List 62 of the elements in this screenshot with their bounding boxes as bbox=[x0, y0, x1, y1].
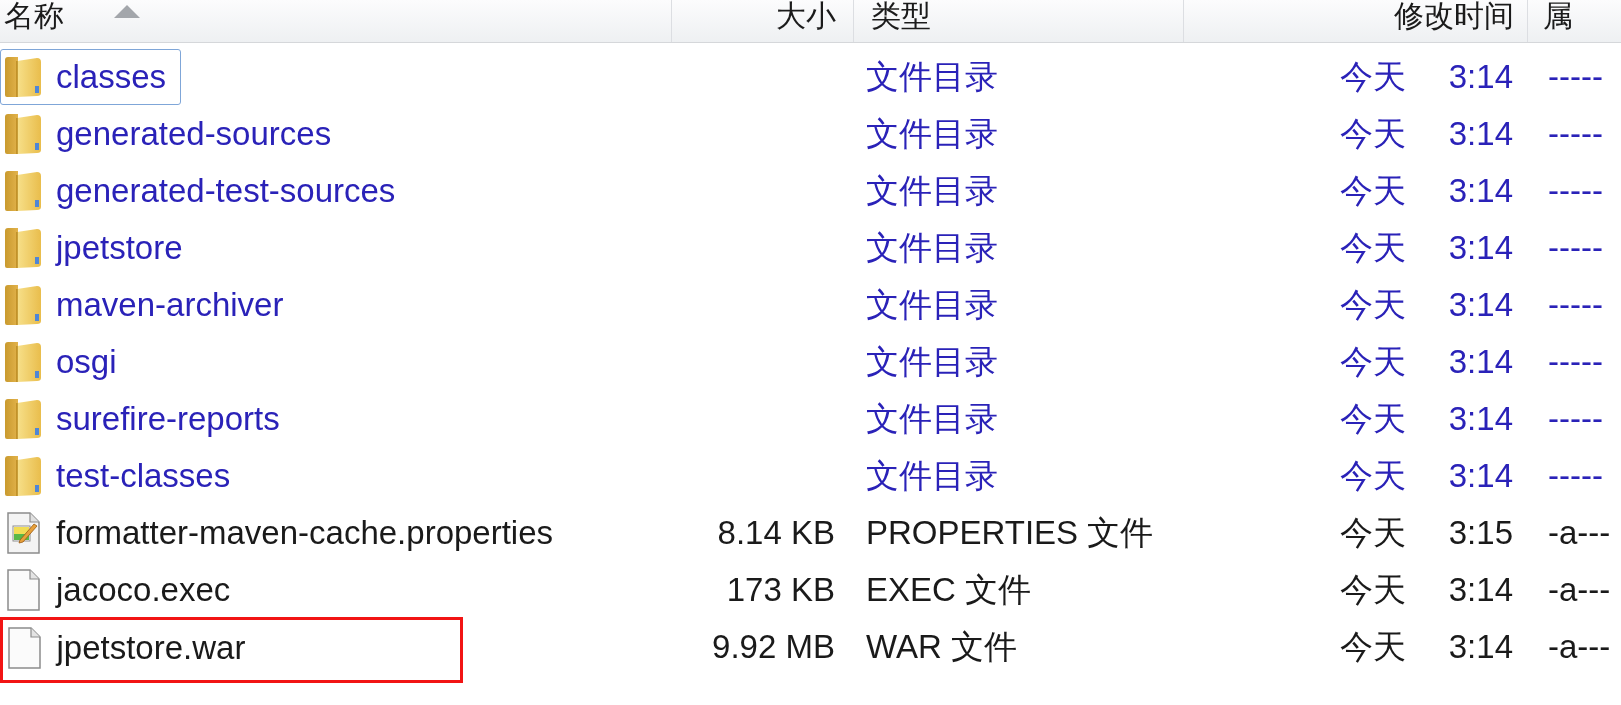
modified-time: 今天 3:14 bbox=[1339, 626, 1513, 667]
folder-icon bbox=[4, 169, 42, 212]
file-name[interactable]: osgi bbox=[56, 341, 117, 382]
modified-time: 今天 3:14 bbox=[1339, 455, 1513, 496]
file-attributes: ----- bbox=[1548, 227, 1603, 268]
column-header[interactable]: 名称 bbox=[0, 0, 672, 42]
file-type: 文件目录 bbox=[866, 227, 998, 268]
document-pencil-icon bbox=[4, 511, 42, 554]
file-attributes: ----- bbox=[1548, 170, 1603, 211]
file-name[interactable]: generated-test-sources bbox=[56, 170, 396, 211]
file-size: 9.92 MB bbox=[712, 626, 835, 667]
file-attributes: -a--- bbox=[1548, 626, 1611, 667]
modified-time: 今天 3:14 bbox=[1339, 56, 1513, 97]
file-name[interactable]: jpetstore bbox=[56, 227, 183, 268]
file-type: 文件目录 bbox=[866, 56, 998, 97]
file-size: 8.14 KB bbox=[717, 512, 835, 553]
modified-time: 今天 3:14 bbox=[1339, 227, 1513, 268]
folder-icon bbox=[4, 226, 42, 269]
file-attributes: ----- bbox=[1548, 113, 1603, 154]
file-name[interactable]: formatter-maven-cache.properties bbox=[56, 512, 554, 553]
column-header[interactable]: 类型 bbox=[854, 0, 1184, 42]
file-attributes: ----- bbox=[1548, 284, 1603, 325]
file-attributes: -a--- bbox=[1548, 512, 1611, 553]
folder-icon bbox=[4, 55, 42, 98]
modified-time: 今天 3:14 bbox=[1339, 398, 1513, 439]
folder-icon bbox=[4, 397, 42, 440]
column-header[interactable]: 大小 bbox=[672, 0, 854, 42]
file-type: 文件目录 bbox=[866, 170, 998, 211]
document-icon bbox=[4, 568, 42, 611]
modified-time: 今天 3:14 bbox=[1339, 170, 1513, 211]
column-header[interactable]: 属 bbox=[1528, 0, 1621, 42]
modified-time: 今天 3:14 bbox=[1339, 341, 1513, 382]
modified-time: 今天 3:14 bbox=[1339, 284, 1513, 325]
file-size: 173 KB bbox=[726, 569, 835, 610]
folder-icon bbox=[4, 454, 42, 497]
file-type: PROPERTIES 文件 bbox=[866, 512, 1154, 553]
file-attributes: ----- bbox=[1548, 341, 1603, 382]
file-name[interactable]: maven-archiver bbox=[56, 284, 284, 325]
file-name[interactable]: surefire-reports bbox=[56, 398, 280, 439]
file-attributes: ----- bbox=[1548, 56, 1603, 97]
file-type: WAR 文件 bbox=[866, 626, 1017, 667]
file-attributes: ----- bbox=[1548, 455, 1603, 496]
file-attributes: ----- bbox=[1548, 398, 1603, 439]
column-header[interactable]: 修改时间 bbox=[1184, 0, 1528, 42]
file-type: 文件目录 bbox=[866, 284, 998, 325]
modified-time: 今天 3:14 bbox=[1339, 113, 1513, 154]
file-type: 文件目录 bbox=[866, 455, 998, 496]
file-name[interactable]: generated-sources bbox=[56, 113, 332, 154]
modified-time: 今天 3:14 bbox=[1339, 569, 1513, 610]
file-name[interactable]: jpetstore.war bbox=[56, 628, 246, 668]
file-name[interactable]: classes bbox=[56, 56, 167, 97]
file-attributes: -a--- bbox=[1548, 569, 1611, 610]
file-name[interactable]: jacoco.exec bbox=[56, 569, 231, 610]
file-type: 文件目录 bbox=[866, 341, 998, 382]
folder-icon bbox=[4, 340, 42, 383]
file-type: EXEC 文件 bbox=[866, 569, 1032, 610]
folder-icon bbox=[4, 283, 42, 326]
file-name[interactable]: test-classes bbox=[56, 455, 231, 496]
file-type: 文件目录 bbox=[866, 113, 998, 154]
folder-icon bbox=[4, 112, 42, 155]
file-type: 文件目录 bbox=[866, 398, 998, 439]
modified-time: 今天 3:15 bbox=[1339, 512, 1513, 553]
